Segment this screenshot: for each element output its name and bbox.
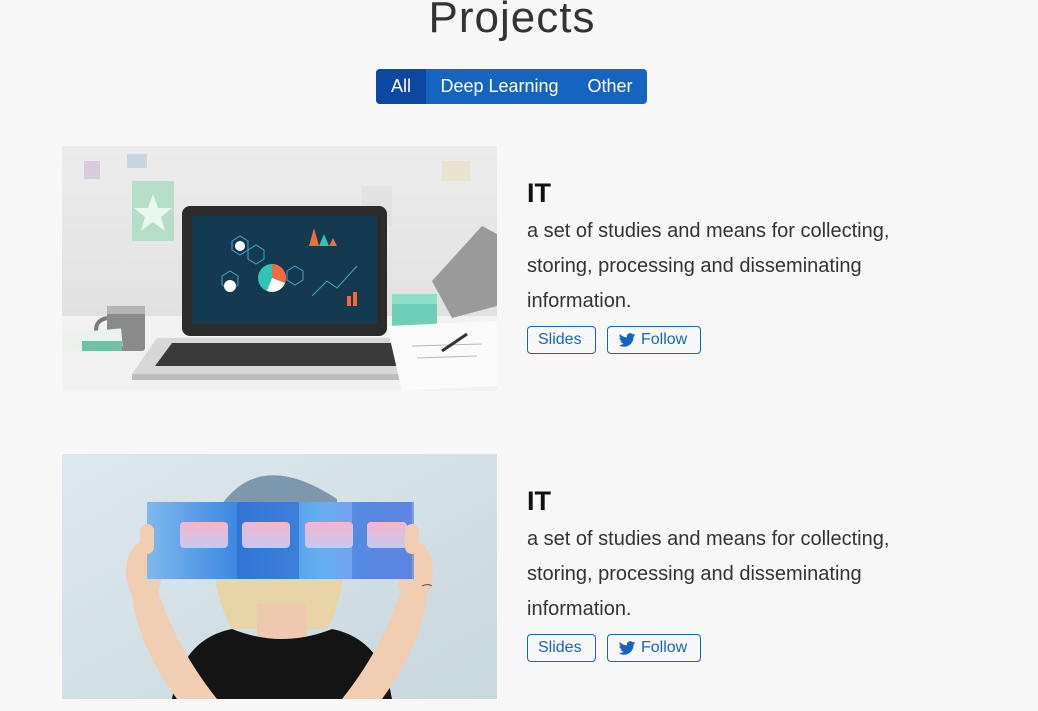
project-actions: Slides Follow — [527, 634, 701, 662]
follow-button-label: Follow — [641, 639, 688, 656]
project-image[interactable] — [62, 454, 497, 699]
project-actions: Slides Follow — [527, 326, 701, 354]
project-description: a set of studies and means for collectin… — [527, 220, 890, 312]
project-card: IT a set of studies and means for collec… — [62, 146, 962, 391]
project-image[interactable] — [62, 146, 497, 391]
laptop-desk-photo — [62, 146, 497, 391]
project-card: IT a set of studies and means for collec… — [62, 454, 962, 699]
follow-button[interactable]: Follow — [607, 326, 701, 354]
slides-button-label: Slides — [538, 639, 582, 656]
project-description: a set of studies and means for collectin… — [527, 528, 890, 620]
slides-button[interactable]: Slides — [527, 634, 596, 662]
slides-button-label: Slides — [538, 331, 582, 348]
filter-other-button[interactable]: Other — [573, 69, 647, 104]
project-title: IT — [527, 178, 551, 208]
person-holding-glasses-print-photo — [62, 454, 497, 699]
project-filter-group: All Deep Learning Other — [376, 69, 647, 104]
filter-all-button[interactable]: All — [376, 69, 426, 104]
project-title: IT — [527, 486, 551, 516]
slides-button[interactable]: Slides — [527, 326, 596, 354]
twitter-icon — [618, 331, 636, 349]
follow-button-label: Follow — [641, 331, 688, 348]
page-title: Projects — [428, 0, 596, 42]
twitter-icon — [618, 639, 636, 657]
filter-deep-learning-button[interactable]: Deep Learning — [426, 69, 573, 104]
follow-button[interactable]: Follow — [607, 634, 701, 662]
